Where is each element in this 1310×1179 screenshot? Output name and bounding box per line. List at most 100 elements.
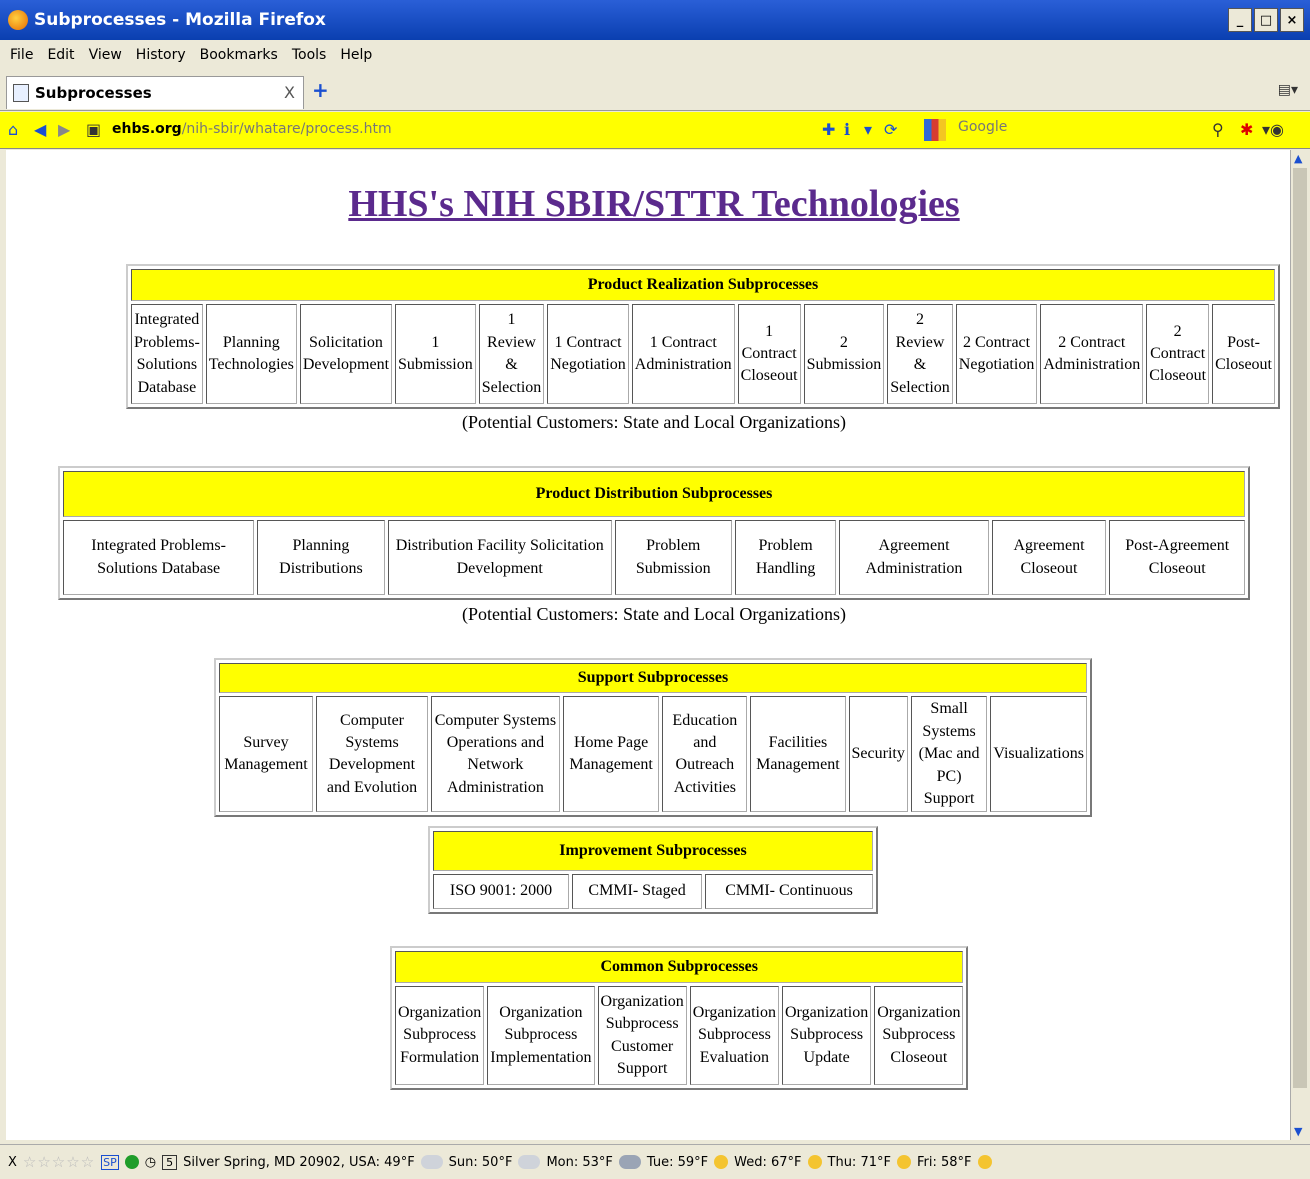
- maximize-button[interactable]: □: [1254, 8, 1278, 32]
- realization-table: Product Realization Subprocesses Integra…: [126, 264, 1280, 409]
- common-header: Common Subprocesses: [395, 951, 964, 984]
- green-status-icon[interactable]: [124, 1155, 139, 1169]
- table-cell: Visualizations: [990, 696, 1087, 813]
- page-title[interactable]: HHS's NIH SBIR/STTR Technologies: [6, 182, 1290, 226]
- table-cell: Integrated Problems-Solutions Database: [63, 520, 255, 595]
- cloud-icon: [518, 1155, 541, 1169]
- vertical-scrollbar[interactable]: ▲ ▼: [1290, 150, 1309, 1140]
- dropdown-icon[interactable]: ▾: [864, 120, 872, 139]
- reload-icon[interactable]: ⟳: [884, 120, 897, 139]
- forecast-thu[interactable]: Thu: 71°F: [828, 1155, 891, 1170]
- improvement-table: Improvement Subprocesses ISO 9001: 2000 …: [428, 826, 878, 914]
- clock-icon[interactable]: ◷: [145, 1155, 156, 1170]
- scroll-thumb[interactable]: [1293, 168, 1307, 1088]
- table-cell: 1 Submission: [395, 304, 476, 404]
- table-cell: Problem Submission: [614, 520, 732, 595]
- realization-caption: (Potential Customers: State and Local Or…: [461, 412, 847, 432]
- table-cell: Facilities Management: [750, 696, 846, 813]
- table-cell: CMMI- Continuous: [705, 874, 873, 909]
- support-header: Support Subprocesses: [219, 663, 1087, 694]
- menu-bookmarks[interactable]: Bookmarks: [200, 47, 278, 63]
- table-cell: Organization Subprocess Formulation: [395, 986, 485, 1085]
- menu-tools[interactable]: Tools: [292, 47, 327, 63]
- table-cell: 1 Contract Negotiation: [547, 304, 629, 404]
- home-icon[interactable]: ⌂: [8, 120, 18, 139]
- new-tab-button[interactable]: +: [312, 78, 329, 102]
- table-cell: 2 Contract Closeout: [1146, 304, 1210, 404]
- url-field[interactable]: ehbs.org/nih-sbir/whatare/process.htm: [112, 121, 392, 137]
- rating-stars[interactable]: ☆☆☆☆☆: [23, 1153, 95, 1171]
- table-cell: Organization Subprocess Customer Support: [597, 986, 687, 1085]
- table-cell: Planning Distributions: [257, 520, 385, 595]
- addon-icon[interactable]: ✱: [1240, 120, 1253, 139]
- table-cell: 2 Contract Administration: [1040, 304, 1144, 404]
- table-cell: Security: [848, 696, 908, 813]
- menu-file[interactable]: File: [10, 47, 33, 63]
- status-close-icon[interactable]: X: [8, 1155, 17, 1170]
- minimize-button[interactable]: _: [1228, 8, 1252, 32]
- window-title-bar: Subprocesses - Mozilla Firefox _ □ ×: [0, 0, 1310, 40]
- forecast-sun[interactable]: Sun: 50°F: [449, 1155, 513, 1170]
- table-cell: Agreement Administration: [839, 520, 989, 595]
- partly-sunny-icon: [807, 1155, 822, 1169]
- navigation-bar: ⌂ ◀ ▶ ▣ ehbs.org/nih-sbir/whatare/proces…: [0, 112, 1310, 149]
- forecast-fri[interactable]: Fri: 58°F: [917, 1155, 972, 1170]
- distribution-header: Product Distribution Subprocesses: [63, 471, 1245, 518]
- cloud-icon: [420, 1155, 443, 1169]
- search-engine-icon[interactable]: [924, 119, 946, 141]
- page-icon: [13, 84, 29, 102]
- rain-cloud-icon: [618, 1155, 641, 1169]
- forecast-tue[interactable]: Tue: 59°F: [647, 1155, 708, 1170]
- back-icon[interactable]: ◀: [34, 120, 46, 139]
- menu-history[interactable]: History: [136, 47, 186, 63]
- distribution-caption: (Potential Customers: State and Local Or…: [461, 604, 847, 624]
- window-title: Subprocesses - Mozilla Firefox: [34, 10, 326, 30]
- table-cell: Post-Agreement Closeout: [1109, 520, 1245, 595]
- forward-icon[interactable]: ▶: [58, 120, 70, 139]
- table-cell: Survey Management: [219, 696, 313, 813]
- table-cell: Small Systems (Mac and PC) Support: [910, 696, 988, 813]
- table-cell: Problem Handling: [734, 520, 837, 595]
- menu-help[interactable]: Help: [340, 47, 372, 63]
- scroll-down-icon[interactable]: ▼: [1294, 1125, 1302, 1138]
- partly-sunny-icon: [896, 1155, 911, 1169]
- partly-sunny-icon: [977, 1155, 992, 1169]
- menu-bar: File Edit View History Bookmarks Tools H…: [0, 40, 1310, 70]
- search-input[interactable]: Google: [958, 119, 1007, 135]
- table-cell: Computer Systems Development and Evoluti…: [315, 696, 429, 813]
- url-path: /nih-sbir/whatare/process.htm: [181, 121, 392, 137]
- table-cell: Solicitation Development: [299, 304, 393, 404]
- table-cell: ISO 9001: 2000: [433, 874, 570, 909]
- table-cell: Organization Subprocess Update: [782, 986, 872, 1085]
- table-cell: Distribution Facility Solicitation Devel…: [387, 520, 612, 595]
- table-cell: 1 Contract Closeout: [737, 304, 801, 404]
- search-icon[interactable]: ⚲: [1212, 120, 1224, 139]
- menu-view[interactable]: View: [89, 47, 122, 63]
- partly-sunny-icon: [714, 1155, 729, 1169]
- distribution-table: Product Distribution Subprocesses Integr…: [58, 466, 1250, 600]
- window-controls: _ □ ×: [1228, 8, 1304, 32]
- tab-label: Subprocesses: [35, 84, 152, 102]
- calendar-icon[interactable]: 5: [162, 1154, 178, 1170]
- table-cell: 2 Contract Negotiation: [955, 304, 1038, 404]
- table-cell: Integrated Problems-Solutions Database: [131, 304, 203, 404]
- tab-bar: Subprocesses X: [0, 72, 1310, 111]
- close-window-button[interactable]: ×: [1280, 8, 1304, 32]
- table-cell: Organization Subprocess Implementation: [487, 986, 595, 1085]
- info-icon[interactable]: ℹ: [844, 120, 850, 139]
- menu-edit[interactable]: Edit: [47, 47, 74, 63]
- forecast-wed[interactable]: Wed: 67°F: [734, 1155, 801, 1170]
- table-cell: Education and Outreach Activities: [662, 696, 748, 813]
- tab-close-button[interactable]: X: [284, 83, 295, 102]
- forecast-mon[interactable]: Mon: 53°F: [546, 1155, 612, 1170]
- tab-subprocesses[interactable]: Subprocesses X: [6, 76, 304, 109]
- table-cell: Home Page Management: [562, 696, 660, 813]
- status-sp-icon[interactable]: SP: [101, 1154, 119, 1170]
- addon-menu-icon[interactable]: ▾◉: [1262, 120, 1284, 139]
- table-cell: 2 Submission: [803, 304, 885, 404]
- table-cell: 2 Review & Selection: [887, 304, 953, 404]
- tab-list-icon[interactable]: ▤▾: [1278, 82, 1298, 98]
- weather-location[interactable]: Silver Spring, MD 20902, USA: 49°F: [183, 1155, 415, 1170]
- bookmark-add-icon[interactable]: ✚: [822, 120, 835, 139]
- scroll-up-icon[interactable]: ▲: [1294, 152, 1302, 165]
